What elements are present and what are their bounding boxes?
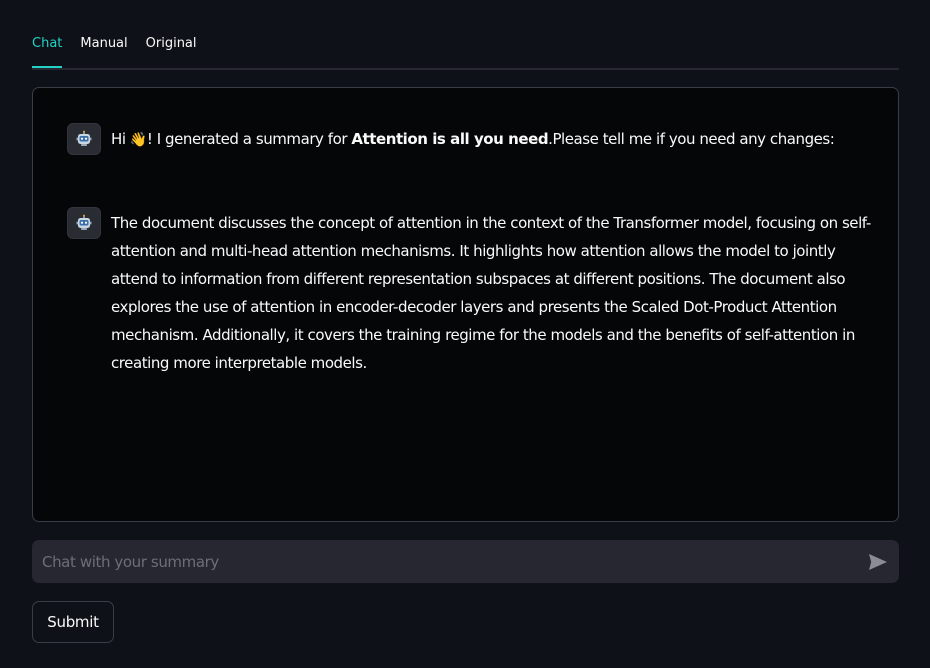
message-text: The document discusses the concept of at… bbox=[111, 214, 871, 372]
send-icon[interactable] bbox=[867, 551, 889, 573]
robot-icon bbox=[67, 123, 101, 155]
tab-chat[interactable]: Chat bbox=[32, 30, 63, 68]
robot-icon bbox=[67, 207, 101, 239]
chat-input[interactable] bbox=[32, 540, 852, 583]
waving-hand-icon: 👋 bbox=[129, 132, 147, 148]
tab-original[interactable]: Original bbox=[146, 30, 197, 66]
tab-bar: Chat Manual Original bbox=[32, 30, 899, 70]
document-title: Attention is all you need bbox=[351, 130, 549, 148]
chat-message: The document discusses the concept of at… bbox=[67, 207, 882, 377]
app-page: Chat Manual Original Hi 👋! I generated a bbox=[0, 0, 930, 668]
chat-message: Hi 👋! I generated a summary for Attentio… bbox=[67, 123, 882, 155]
tab-manual[interactable]: Manual bbox=[80, 30, 127, 66]
chat-history: Hi 👋! I generated a summary for Attentio… bbox=[32, 87, 899, 522]
submit-button[interactable]: Submit bbox=[32, 601, 114, 643]
message-text: Hi 👋! I generated a summary for Attentio… bbox=[111, 130, 835, 148]
chat-input-container bbox=[32, 540, 899, 583]
